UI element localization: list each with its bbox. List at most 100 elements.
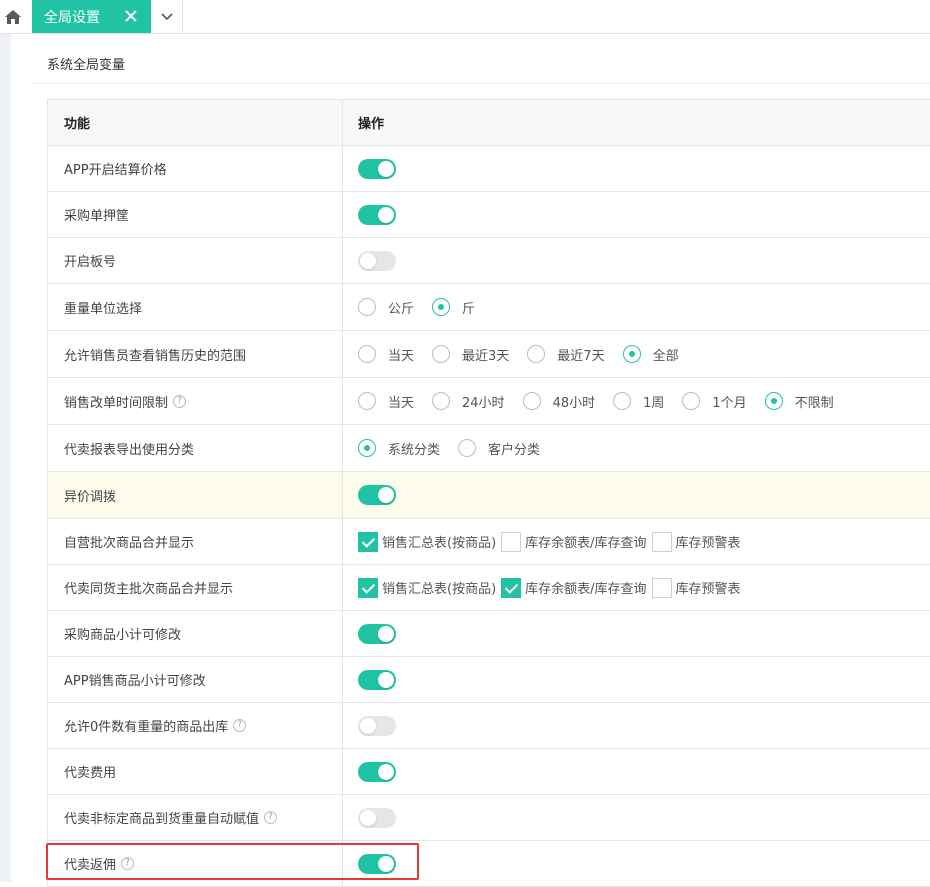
table-row: 允许0件数有重量的商品出库? xyxy=(48,703,930,749)
row-op-cell: 公斤 斤 xyxy=(343,284,930,330)
table-row: 代卖返佣? xyxy=(48,841,930,887)
checkbox-option[interactable]: 销售汇总表(按商品) xyxy=(358,531,497,552)
toggle-switch[interactable] xyxy=(358,250,396,271)
row-label-cell: APP开启结算价格 xyxy=(48,146,343,191)
tab-global-settings[interactable]: 全局设置 xyxy=(32,0,151,33)
toggle-switch[interactable] xyxy=(358,807,396,828)
row-label-cell: 采购单押筐 xyxy=(48,192,343,237)
checkbox-label: 库存预警表 xyxy=(675,582,741,597)
radio-circle xyxy=(432,345,451,363)
help-icon[interactable]: ? xyxy=(264,811,278,824)
radio-option[interactable]: 当天 xyxy=(358,392,414,411)
row-op-cell xyxy=(343,611,930,656)
radio-option[interactable]: 48小时 xyxy=(522,392,596,411)
radio-label: 1个月 xyxy=(712,395,747,411)
divider xyxy=(33,83,930,84)
radio-circle xyxy=(432,392,451,410)
section-title: 系统全局变量 xyxy=(47,58,126,73)
checkbox-group: 销售汇总表(按商品) 库存余额表/库存查询 库存预警表 xyxy=(358,531,746,552)
help-icon[interactable]: ? xyxy=(233,719,247,732)
row-label: 代卖同货主批次商品合并显示 xyxy=(64,582,234,597)
table-row: 自营批次商品合并显示 销售汇总表(按商品) 库存余额表/库存查询 库存预警表 xyxy=(48,519,930,565)
checkbox-option[interactable]: 库存余额表/库存查询 xyxy=(501,531,647,552)
radio-option[interactable]: 客户分类 xyxy=(458,439,540,458)
row-label-cell: 开启板号 xyxy=(48,238,343,283)
tab-dropdown-button[interactable] xyxy=(151,0,183,33)
checkbox-option[interactable]: 销售汇总表(按商品) xyxy=(358,577,496,598)
home-icon xyxy=(5,9,21,24)
table-header: 功能 操作 xyxy=(48,100,930,146)
home-button[interactable] xyxy=(0,0,26,33)
toggle-knob xyxy=(360,809,376,826)
checkbox xyxy=(501,531,522,552)
row-label: 代卖报表导出使用分类 xyxy=(64,442,195,458)
toggle-switch[interactable] xyxy=(358,853,396,874)
checkbox-label: 销售汇总表(按商品) xyxy=(382,536,497,551)
header-op: 操作 xyxy=(358,117,385,132)
table-row: 代卖费用 xyxy=(48,749,930,795)
radio-option[interactable]: 1周 xyxy=(613,392,664,411)
table-row: 销售改单时间限制? 当天 24小时 48小时 1周 1个月 不限制 xyxy=(48,378,930,425)
checkbox xyxy=(358,531,378,552)
radio-circle xyxy=(682,392,701,410)
checkbox xyxy=(358,577,378,598)
radio-circle xyxy=(458,439,477,457)
toggle-knob xyxy=(378,763,394,780)
radio-option[interactable]: 最近7天 xyxy=(527,345,605,364)
tab-label: 全局设置 xyxy=(44,9,100,26)
radio-label: 客户分类 xyxy=(488,442,541,458)
radio-option[interactable]: 24小时 xyxy=(432,392,505,411)
radio-option[interactable]: 不限制 xyxy=(764,392,834,411)
radio-option[interactable]: 当天 xyxy=(358,345,414,364)
toggle-switch[interactable] xyxy=(358,158,396,179)
row-label: APP销售商品小计可修改 xyxy=(64,674,206,689)
row-op-cell: 当天 最近3天 最近7天 全部 xyxy=(343,331,930,377)
checkbox-label: 库存预警表 xyxy=(675,536,741,551)
toggle-switch[interactable] xyxy=(358,204,396,225)
radio-option[interactable]: 斤 xyxy=(432,298,475,317)
toggle-switch[interactable] xyxy=(358,485,396,505)
radio-option[interactable]: 1个月 xyxy=(682,392,747,411)
row-label-cell: 代卖返佣? xyxy=(48,841,343,886)
radio-option[interactable]: 最近3天 xyxy=(432,345,509,364)
row-label-cell: 允许0件数有重量的商品出库? xyxy=(48,703,343,748)
radio-label: 公斤 xyxy=(388,301,415,317)
radio-option[interactable]: 全部 xyxy=(622,345,679,364)
row-label: 采购商品小计可修改 xyxy=(64,628,182,643)
toggle-knob xyxy=(378,206,394,223)
row-label-cell: 允许销售员查看销售历史的范围 xyxy=(48,331,343,377)
row-label: 允许0件数有重量的商品出库 xyxy=(64,720,229,735)
row-label-cell: 采购商品小计可修改 xyxy=(48,611,343,656)
radio-option[interactable]: 系统分类 xyxy=(358,439,440,458)
checkbox-option[interactable]: 库存余额表/库存查询 xyxy=(501,577,647,598)
row-op-cell xyxy=(343,146,930,191)
radio-label: 48小时 xyxy=(552,395,596,411)
toggle-switch[interactable] xyxy=(358,715,396,736)
radio-circle xyxy=(764,392,783,410)
radio-circle xyxy=(522,392,541,410)
toggle-switch[interactable] xyxy=(358,623,396,644)
radio-option[interactable]: 公斤 xyxy=(358,298,414,317)
row-label: APP开启结算价格 xyxy=(64,163,167,178)
radio-circle xyxy=(622,345,641,363)
row-op-cell xyxy=(343,238,930,283)
table-row: 采购单押筐 xyxy=(48,192,930,238)
toggle-knob xyxy=(378,855,394,872)
close-icon[interactable] xyxy=(121,6,141,26)
table-row: 代卖非标定商品到货重量自动赋值? xyxy=(48,795,930,841)
row-label: 代卖返佣 xyxy=(64,858,117,873)
row-label: 代卖费用 xyxy=(64,766,117,781)
radio-label: 系统分类 xyxy=(388,442,441,458)
row-label-cell: 自营批次商品合并显示 xyxy=(48,519,343,564)
checkbox-option[interactable]: 库存预警表 xyxy=(651,531,741,552)
toggle-switch[interactable] xyxy=(358,669,396,690)
checkbox-option[interactable]: 库存预警表 xyxy=(651,577,741,598)
help-icon[interactable]: ? xyxy=(173,394,187,408)
radio-label: 当天 xyxy=(388,395,415,411)
toggle-switch[interactable] xyxy=(358,761,396,782)
radio-label: 最近7天 xyxy=(557,348,605,364)
row-op-cell xyxy=(343,749,930,794)
checkbox xyxy=(651,531,672,552)
row-label: 允许销售员查看销售历史的范围 xyxy=(64,348,247,364)
help-icon[interactable]: ? xyxy=(121,857,135,870)
